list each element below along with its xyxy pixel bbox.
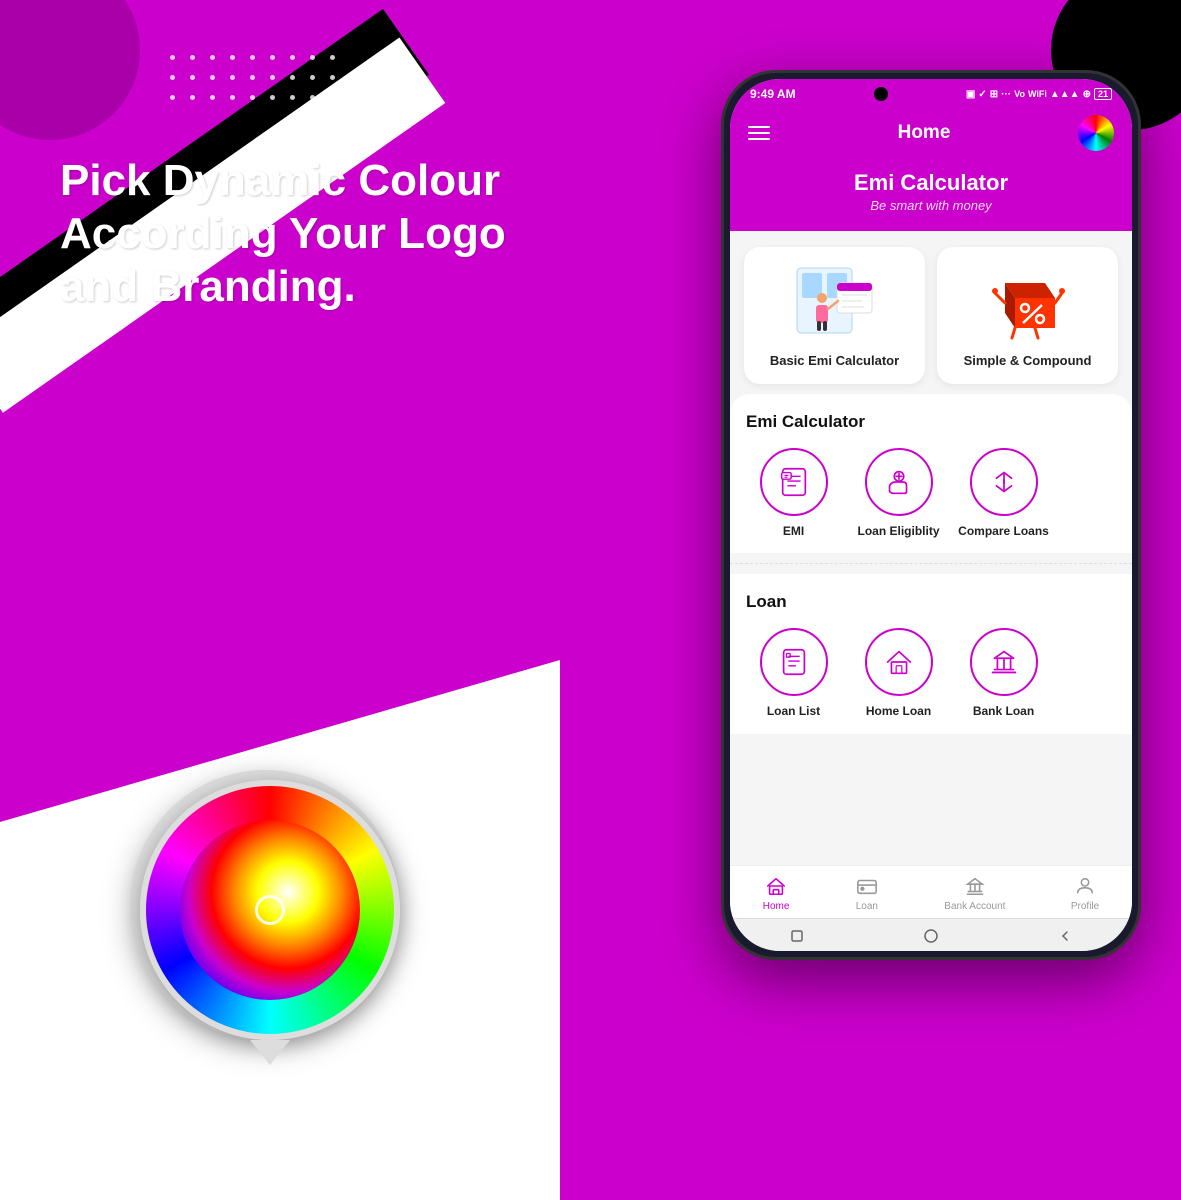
emi-icon-circle [760,448,828,516]
home-loan-icon-circle [865,628,933,696]
emi-person-svg [792,263,877,343]
loan-icon-grid: Loan List Home Loan [746,628,1116,720]
phone-frame: 9:49 AM ▣ ✓ ⊞ ··· Vo WiFi ▲▲▲ ⊕ 21 [721,70,1141,960]
home-loan-item[interactable]: Home Loan [851,628,946,720]
emi-icon [777,465,811,499]
headline-text: Pick Dynamic Colour According Your Logo … [60,155,550,313]
bank-loan-icon [987,645,1021,679]
loan-list-icon [777,645,811,679]
bottom-nav: Home Loan [730,865,1132,918]
home-loan-label: Home Loan [866,704,931,720]
dots-decoration [170,55,342,107]
scroll-content: Basic Emi Calculator [730,231,1132,865]
color-wheel-bubble [130,770,410,1050]
simple-compound-card[interactable]: Simple & Compound [937,247,1118,384]
basic-emi-card[interactable]: Basic Emi Calculator [744,247,925,384]
emi-icon-grid: EMI [746,448,1116,540]
compare-loans-item[interactable]: Compare Loans [956,448,1051,540]
loan-section: Loan [730,574,1132,734]
home-nav-label: Home [763,901,790,912]
bank-loan-icon-circle [970,628,1038,696]
compare-loans-icon [987,465,1021,499]
profile-nav-icon [1073,874,1097,898]
header-avatar[interactable] [1078,115,1114,151]
header-title: Home [898,122,951,144]
nav-home[interactable]: Home [763,874,790,912]
app-title: Emi Calculator [740,170,1122,196]
loan-list-icon-circle [760,628,828,696]
status-icons: ▣ ✓ ⊞ ··· Vo WiFi ▲▲▲ ⊕ 21 [966,88,1112,100]
profile-nav-label: Profile [1071,901,1099,912]
android-back-btn[interactable] [1056,927,1074,945]
android-square-btn[interactable] [788,927,806,945]
bank-loan-label: Bank Loan [973,704,1034,720]
bank-loan-item[interactable]: Bank Loan [956,628,1051,720]
loan-section-title: Loan [746,592,1116,612]
camera-notch [874,87,888,101]
bg-decoration-top-left [0,0,140,140]
top-cards-row: Basic Emi Calculator [730,231,1132,394]
bank-nav-icon [963,874,987,898]
phone-screen: 9:49 AM ▣ ✓ ⊞ ··· Vo WiFi ▲▲▲ ⊕ 21 [730,79,1132,951]
bank-nav-label: Bank Account [944,901,1005,912]
simple-compound-image [985,263,1070,343]
android-nav-bar [730,918,1132,951]
home-loan-icon [882,645,916,679]
android-circle-btn[interactable] [922,927,940,945]
loan-list-item[interactable]: Loan List [746,628,841,720]
app-subtitle: Be smart with money [740,198,1122,213]
compare-loans-label: Compare Loans [958,524,1049,540]
home-nav-icon [764,874,788,898]
emi-section-title: Emi Calculator [746,412,1116,432]
simple-compound-label: Simple & Compound [964,353,1092,370]
color-wheel-circle [140,780,400,1040]
loan-eligibility-item[interactable]: Loan Eligiblity [851,448,946,540]
compare-loans-icon-circle [970,448,1038,516]
phone-container: 9:49 AM ▣ ✓ ⊞ ··· Vo WiFi ▲▲▲ ⊕ 21 [721,70,1151,1150]
basic-emi-label: Basic Emi Calculator [770,353,899,370]
loan-eligibility-icon-circle [865,448,933,516]
nav-loan[interactable]: Loan [855,874,879,912]
emi-calculator-section: Emi Calculator [730,394,1132,554]
emi-label: EMI [783,524,804,540]
loan-eligibility-label: Loan Eligiblity [857,524,939,540]
loan-nav-label: Loan [856,901,878,912]
status-bar: 9:49 AM ▣ ✓ ⊞ ··· Vo WiFi ▲▲▲ ⊕ 21 [730,79,1132,105]
hamburger-menu-icon[interactable] [748,126,770,140]
loan-list-label: Loan List [767,704,820,720]
status-time: 9:49 AM [750,87,796,101]
nav-profile[interactable]: Profile [1071,874,1099,912]
hero-section: Emi Calculator Be smart with money [730,165,1132,231]
bubble-tail [250,1040,290,1065]
loan-eligibility-icon [882,465,916,499]
app-header: Home [730,105,1132,165]
compound-cube-svg [990,263,1065,343]
color-wheel-selector [255,895,285,925]
loan-nav-icon [855,874,879,898]
section-divider [730,563,1132,564]
color-wheel-container [130,770,410,1070]
nav-bank-account[interactable]: Bank Account [944,874,1005,912]
emi-item[interactable]: EMI [746,448,841,540]
basic-emi-image [792,263,877,343]
